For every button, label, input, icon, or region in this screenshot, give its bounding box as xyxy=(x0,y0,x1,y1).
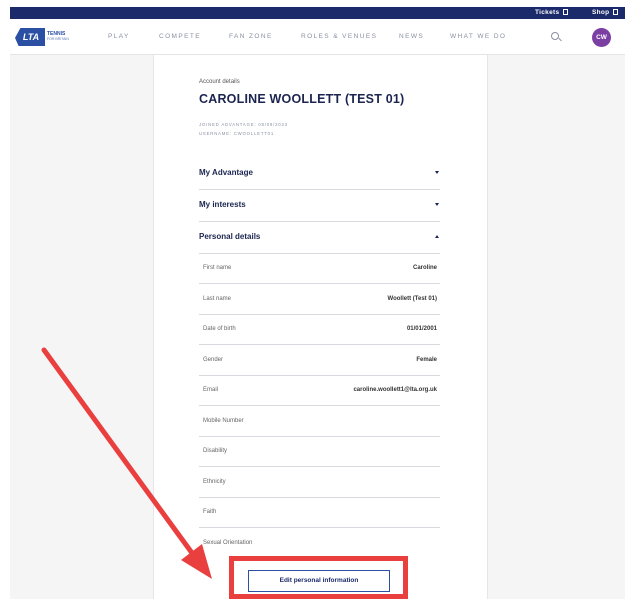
arrow-icon xyxy=(41,347,212,579)
